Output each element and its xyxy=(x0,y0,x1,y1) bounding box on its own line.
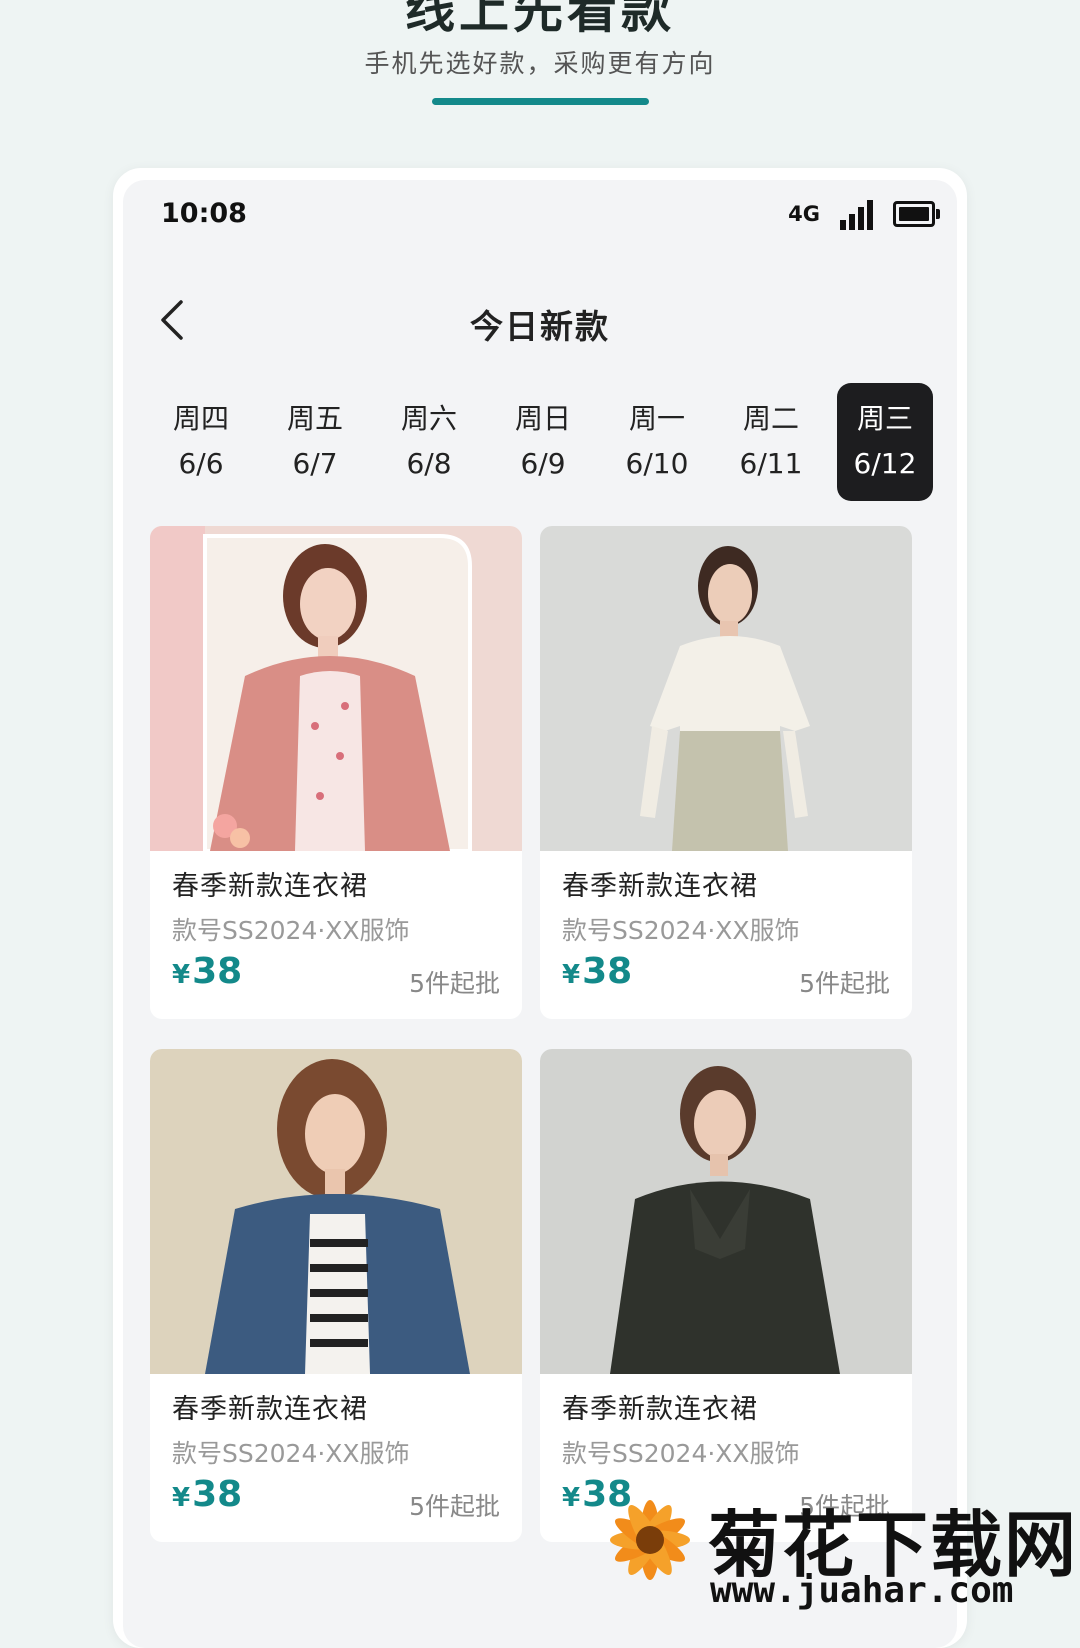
currency-symbol: ¥ xyxy=(562,1483,581,1513)
nav-bar: 今日新款 xyxy=(123,290,957,350)
product-card[interactable]: 春季新款连衣裙 款号SS2024·XX服饰 ¥38 5件起批 xyxy=(150,1049,522,1542)
product-card[interactable]: 春季新款连衣裙 款号SS2024·XX服饰 ¥38 5件起批 xyxy=(540,1049,912,1542)
phone-screen: 10:08 4G 今日新款 周四 6/6 周五 6/7 周六 6/8 周日 6/9 周一… xyxy=(123,180,957,1648)
day-date: 6/7 xyxy=(292,447,338,480)
day-tab[interactable]: 周二 6/11 xyxy=(723,383,819,501)
page-title: 今日新款 xyxy=(470,307,610,346)
currency-symbol: ¥ xyxy=(172,960,191,990)
day-weekday: 周六 xyxy=(400,402,457,435)
product-moq: 5件起批 xyxy=(799,969,890,998)
day-tab[interactable]: 周日 6/9 xyxy=(495,383,591,501)
product-moq: 5件起批 xyxy=(409,969,500,998)
day-selector: 周四 6/6 周五 6/7 周六 6/8 周日 6/9 周一 6/10 周二 6/11 周三… xyxy=(153,383,933,501)
watermark: 菊花下载网 www.juahar.com xyxy=(590,1478,1080,1613)
phone-frame: 10:08 4G 今日新款 周四 6/6 周五 6/7 周六 6/8 周日 6/9 周一… xyxy=(113,168,967,1648)
product-name: 春季新款连衣裙 xyxy=(562,871,758,902)
day-tab[interactable]: 周四 6/6 xyxy=(153,383,249,501)
price-value: 38 xyxy=(192,951,243,992)
product-card[interactable]: 春季新款连衣裙 款号SS2024·XX服饰 ¥38 5件起批 xyxy=(150,526,522,1019)
day-weekday: 周五 xyxy=(286,402,343,435)
day-date: 6/11 xyxy=(739,447,803,480)
day-weekday: 周二 xyxy=(742,402,799,435)
currency-symbol: ¥ xyxy=(562,960,581,990)
day-weekday: 周四 xyxy=(172,402,229,435)
product-name: 春季新款连衣裙 xyxy=(172,1394,368,1425)
price-value: 38 xyxy=(192,1474,243,1515)
hero-subtitle: 手机先选好款，采购更有方向 xyxy=(364,49,716,78)
day-tab[interactable]: 周五 6/7 xyxy=(267,383,363,501)
product-code: 款号SS2024·XX服饰 xyxy=(562,1439,800,1468)
product-price: ¥38 xyxy=(172,951,242,992)
day-tab-selected[interactable]: 周三 6/12 xyxy=(837,383,933,501)
watermark-url: www.juahar.com xyxy=(710,1570,1014,1611)
day-date: 6/10 xyxy=(625,447,689,480)
product-name: 春季新款连衣裙 xyxy=(172,871,368,902)
day-weekday: 周三 xyxy=(856,402,913,435)
product-code: 款号SS2024·XX服饰 xyxy=(172,1439,410,1468)
currency-symbol: ¥ xyxy=(172,1483,191,1513)
orange-flower-logo xyxy=(610,1500,690,1580)
day-weekday: 周一 xyxy=(628,402,685,435)
product-code: 款号SS2024·XX服饰 xyxy=(562,916,800,945)
product-price: ¥38 xyxy=(172,1474,242,1515)
day-tab[interactable]: 周一 6/10 xyxy=(609,383,705,501)
product-moq: 5件起批 xyxy=(409,1492,500,1521)
day-tab[interactable]: 周六 6/8 xyxy=(381,383,477,501)
product-price: ¥38 xyxy=(562,951,632,992)
day-date: 6/12 xyxy=(853,447,917,480)
network-label: 4G xyxy=(788,202,820,226)
day-weekday: 周日 xyxy=(514,402,571,435)
day-date: 6/9 xyxy=(520,447,566,480)
status-time: 10:08 xyxy=(161,198,247,229)
hero-underline xyxy=(432,98,649,105)
product-code: 款号SS2024·XX服饰 xyxy=(172,916,410,945)
hero-title: 线上先看款 xyxy=(405,0,675,39)
battery-icon xyxy=(893,201,940,227)
product-card[interactable]: 春季新款连衣裙 款号SS2024·XX服饰 ¥38 5件起批 xyxy=(540,526,912,1019)
status-indicators: 4G xyxy=(788,198,940,230)
signal-icon xyxy=(840,198,873,230)
product-name: 春季新款连衣裙 xyxy=(562,1394,758,1425)
day-date: 6/8 xyxy=(406,447,452,480)
product-photo xyxy=(540,1049,912,1374)
product-photo xyxy=(150,526,522,851)
day-date: 6/6 xyxy=(178,447,224,480)
product-photo xyxy=(150,1049,522,1374)
product-photo xyxy=(540,526,912,851)
price-value: 38 xyxy=(582,951,633,992)
